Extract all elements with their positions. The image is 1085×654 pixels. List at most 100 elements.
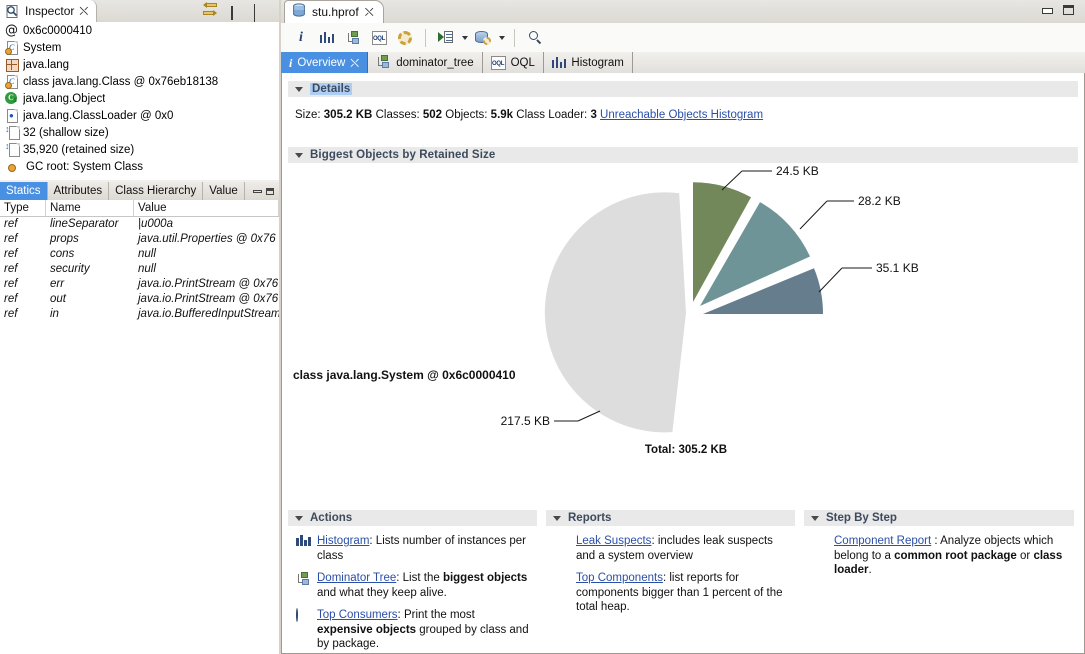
overview-info-icon[interactable]: i <box>290 27 312 49</box>
superclass-icon: Cs <box>4 91 19 106</box>
list-item[interactable]: ↕ 35,920 (retained size) <box>0 141 279 158</box>
chevron-down-icon[interactable] <box>295 152 303 158</box>
list-item-label: System <box>23 41 62 54</box>
oql-icon[interactable]: OQL <box>368 27 390 49</box>
report-item-leak-suspects[interactable]: Leak Suspects: includes leak suspects an… <box>546 534 795 563</box>
actions-panel: Actions Histogram: Lists number of insta… <box>288 510 537 653</box>
details-section-header[interactable]: Details <box>288 81 1078 97</box>
reports-panel: Reports Leak Suspects: includes leak sus… <box>546 510 795 653</box>
table-row[interactable]: ref props java.util.Properties @ 0x76 <box>0 232 279 247</box>
list-item[interactable]: Cs java.lang.Object <box>0 90 279 107</box>
sep: : <box>931 535 941 547</box>
inspector-view: Inspector ⛌ @ 0x6c0000410 C System java.… <box>0 0 279 654</box>
pie-slice-gray[interactable] <box>544 192 686 433</box>
close-icon[interactable]: ⛌ <box>365 6 374 18</box>
step-item-component-report[interactable]: Component Report : Analyze objects which… <box>804 534 1074 578</box>
statics-table[interactable]: Type Name Value ref lineSeparator |u000a… <box>0 200 279 654</box>
window-controls <box>1042 5 1074 15</box>
column-header-name[interactable]: Name <box>46 200 134 216</box>
chevron-down-icon[interactable] <box>295 86 303 92</box>
domtree-icon <box>376 54 391 71</box>
histogram-icon[interactable] <box>316 27 338 49</box>
table-row[interactable]: ref security null <box>0 262 279 277</box>
pie-slices <box>544 182 824 433</box>
close-icon[interactable]: ⛌ <box>350 57 359 69</box>
gcroot-icon <box>4 159 19 174</box>
maximize-icon[interactable] <box>1063 5 1074 15</box>
list-item-label: 0x6c0000410 <box>23 24 93 37</box>
package-icon <box>4 57 19 72</box>
table-row[interactable]: ref err java.io.PrintStream @ 0x76 <box>0 277 279 292</box>
search-icon[interactable] <box>524 27 546 49</box>
list-item-label: java.lang <box>23 58 70 71</box>
list-item-label: java.lang.Object <box>23 92 106 105</box>
chevron-down-icon[interactable] <box>462 35 468 40</box>
chevron-down-icon[interactable] <box>553 515 561 521</box>
table-row[interactable]: ref out java.io.PrintStream @ 0x76 <box>0 292 279 307</box>
tab-class-hierarchy[interactable]: Class Hierarchy <box>109 182 204 200</box>
dominator-tree-icon[interactable] <box>342 27 364 49</box>
action-item-histogram[interactable]: Histogram: Lists number of instances per… <box>288 534 537 563</box>
chevron-down-icon[interactable] <box>499 35 505 40</box>
at-icon: @ <box>5 23 18 38</box>
top-components-link[interactable]: Top Components <box>576 572 663 584</box>
chevron-down-icon[interactable] <box>811 515 819 521</box>
close-icon[interactable]: ⛌ <box>79 5 88 17</box>
table-row[interactable]: ref lineSeparator |u000a <box>0 217 279 232</box>
biggest-objects-section-header[interactable]: Biggest Objects by Retained Size <box>288 147 1078 163</box>
list-item[interactable]: java.lang <box>0 56 279 73</box>
action-item-top-consumers[interactable]: Top Consumers: Print the most expensive … <box>288 608 537 652</box>
chart-caption: class java.lang.System @ 0x6c0000410 <box>293 368 516 382</box>
objects-value: 5.9k <box>490 109 514 121</box>
cell-name: out <box>50 293 66 305</box>
heap-dump-menu-icon[interactable] <box>472 27 494 49</box>
component-report-link[interactable]: Component Report <box>834 535 931 547</box>
histogram-icon <box>296 535 312 550</box>
run-query-icon[interactable] <box>435 27 457 49</box>
leak-suspects-link[interactable]: Leak Suspects <box>576 535 651 547</box>
histogram-link[interactable]: Histogram <box>317 535 369 547</box>
editor-tab-stu-hprof[interactable]: stu.hprof ⛌ <box>284 0 384 23</box>
actions-header[interactable]: Actions <box>288 510 537 526</box>
list-item[interactable]: C class java.lang.Class @ 0x76eb18138 <box>0 73 279 90</box>
column-header-type[interactable]: Type <box>0 200 46 216</box>
minimize-icon[interactable] <box>1042 8 1053 14</box>
tab-overview[interactable]: i Overview ⛌ <box>281 52 369 73</box>
list-item[interactable]: C System <box>0 39 279 56</box>
section-title: Biggest Objects by Retained Size <box>310 149 496 161</box>
tab-statics[interactable]: Statics <box>0 182 48 200</box>
cell-type: ref <box>4 218 18 230</box>
minimize-icon[interactable] <box>231 6 233 20</box>
maximize-icon[interactable] <box>266 187 274 195</box>
cell-value: null <box>138 248 156 260</box>
action-item-dominator-tree[interactable]: Dominator Tree: List the biggest objects… <box>288 571 537 600</box>
report-item-top-components[interactable]: Top Components: list reports for compone… <box>546 571 795 615</box>
dominator-tree-link[interactable]: Dominator Tree <box>317 572 396 584</box>
tab-attributes[interactable]: Attributes <box>48 182 110 200</box>
list-item[interactable]: ↕ 32 (shallow size) <box>0 124 279 141</box>
minimize-icon[interactable] <box>253 189 262 193</box>
column-header-value[interactable]: Value <box>134 200 279 216</box>
unreachable-objects-histogram-link[interactable]: Unreachable Objects Histogram <box>600 109 763 121</box>
tab-oql[interactable]: OQL OQL <box>482 52 544 73</box>
tab-value[interactable]: Value <box>203 182 245 200</box>
top-consumers-link[interactable]: Top Consumers <box>317 609 398 621</box>
toolbar-separator <box>514 28 515 47</box>
tab-histogram[interactable]: Histogram <box>543 52 633 73</box>
chevron-down-icon[interactable] <box>295 515 303 521</box>
list-item-label: 35,920 (retained size) <box>23 143 135 156</box>
table-header: Type Name Value <box>0 200 279 217</box>
reports-header[interactable]: Reports <box>546 510 795 526</box>
step-by-step-header[interactable]: Step By Step <box>804 510 1074 526</box>
tab-dominator-tree[interactable]: dominator_tree <box>368 52 483 73</box>
heap-dump-editor: stu.hprof ⛌ i OQL i Overview ⛌ dominator… <box>281 0 1085 654</box>
list-item[interactable]: GC root: System Class <box>0 158 279 175</box>
table-row[interactable]: ref in java.io.BufferedInputStream <box>0 307 279 322</box>
list-item[interactable]: @ 0x6c0000410 <box>0 22 279 39</box>
list-item[interactable]: ● java.lang.ClassLoader @ 0x0 <box>0 107 279 124</box>
table-row[interactable]: ref cons null <box>0 247 279 262</box>
inspector-object-tree[interactable]: @ 0x6c0000410 C System java.lang C class… <box>0 22 279 180</box>
cell-name: cons <box>50 248 75 260</box>
calculate-retained-icon[interactable] <box>394 27 416 49</box>
inspector-tab[interactable]: Inspector ⛌ <box>0 0 98 22</box>
